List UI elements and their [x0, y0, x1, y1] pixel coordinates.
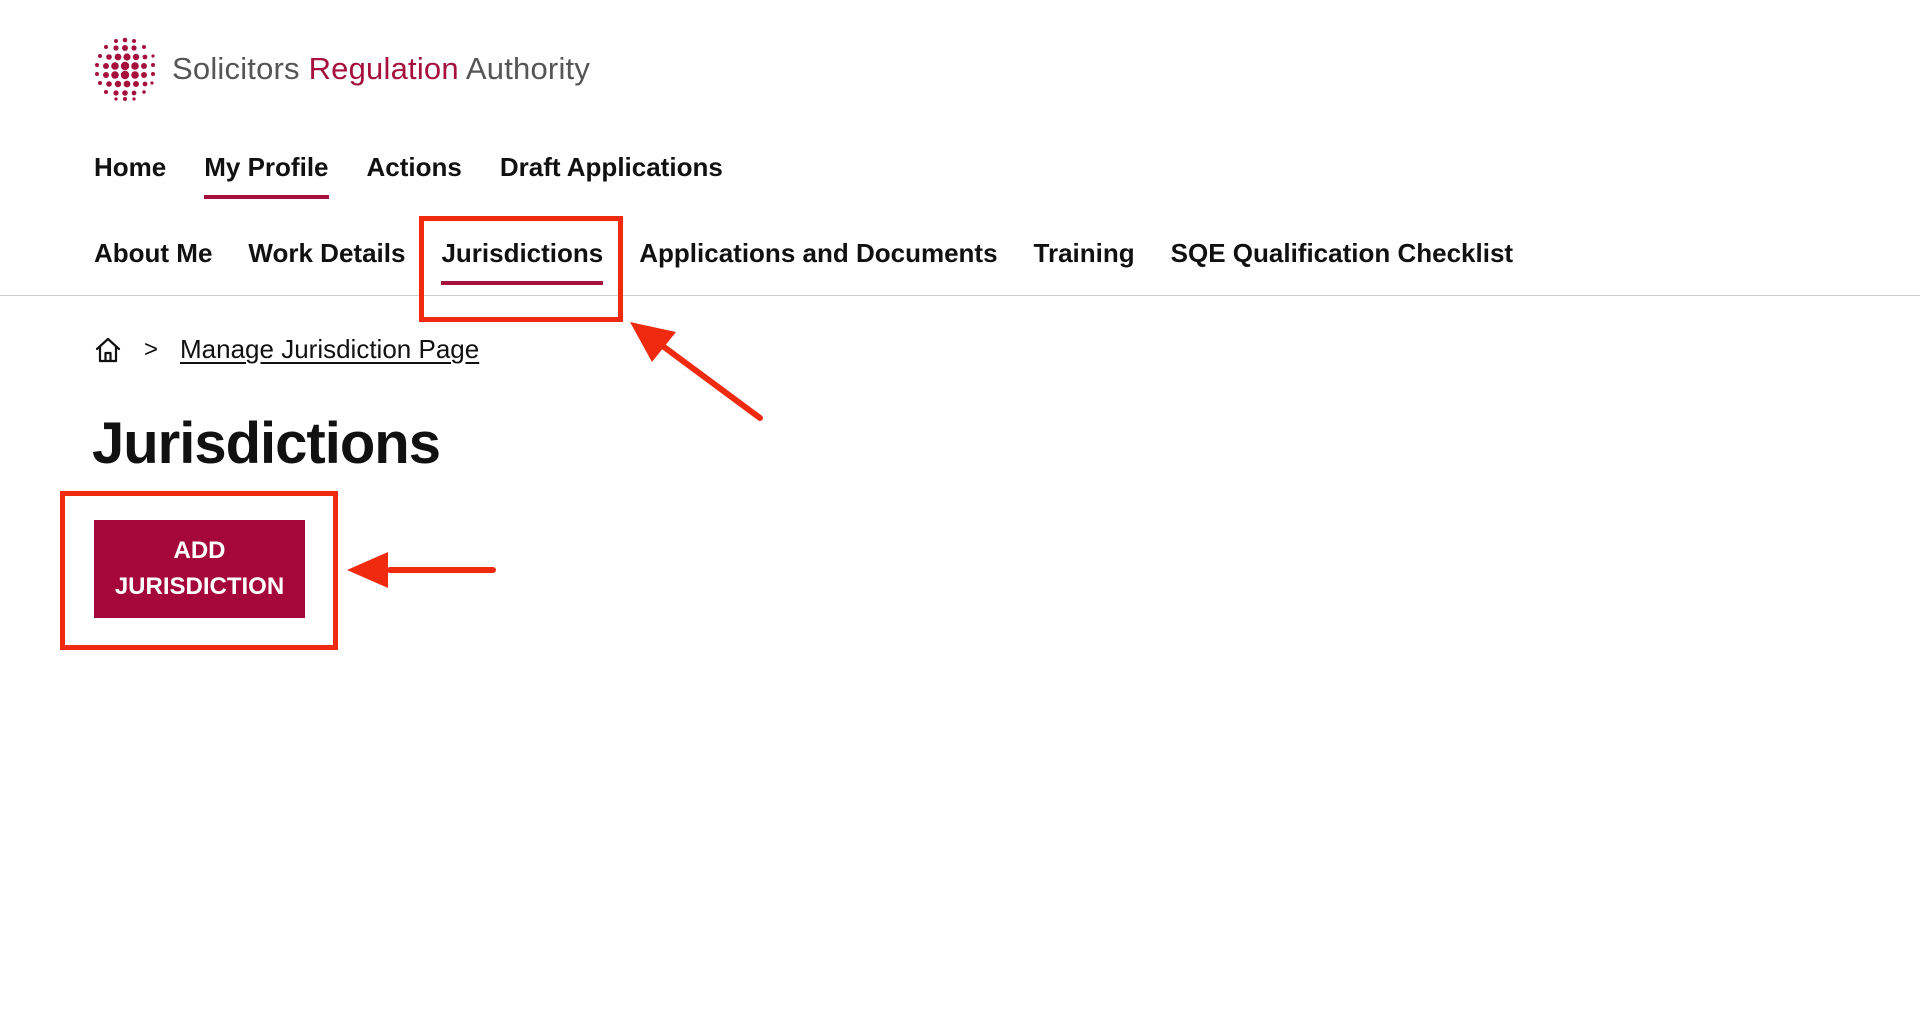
page-title: Jurisdictions — [92, 411, 441, 476]
annotation-highlight-add-button — [60, 491, 338, 650]
sra-logo[interactable]: Solicitors Regulation Authority — [92, 36, 590, 102]
breadcrumb-separator: > — [144, 335, 159, 363]
primary-nav: Home My Profile Actions Draft Applicatio… — [94, 152, 723, 199]
brand-name-part3: Authority — [465, 51, 591, 86]
home-icon[interactable] — [94, 336, 122, 364]
breadcrumb-current-link[interactable]: Manage Jurisdiction Page — [180, 334, 479, 365]
nav-item-my-profile[interactable]: My Profile — [204, 152, 329, 199]
brand-name-part1: Solicitors — [172, 51, 300, 86]
nav-item-home[interactable]: Home — [94, 152, 166, 199]
sra-wordmark: Solicitors Regulation Authority — [172, 51, 590, 87]
nav-item-draft-applications[interactable]: Draft Applications — [500, 152, 723, 199]
tab-sqe-qualification-checklist[interactable]: SQE Qualification Checklist — [1171, 238, 1513, 285]
nav-divider — [0, 295, 1920, 296]
annotation-highlight-jurisdictions-tab — [419, 216, 623, 322]
tab-work-details[interactable]: Work Details — [248, 238, 405, 285]
annotation-arrow-to-button — [347, 552, 496, 588]
tab-training[interactable]: Training — [1034, 238, 1135, 285]
breadcrumb: > Manage Jurisdiction Page — [94, 334, 479, 365]
page: Solicitors Regulation Authority Home My … — [0, 0, 1920, 1034]
nav-item-actions[interactable]: Actions — [367, 152, 462, 199]
dotted-sphere-icon — [95, 37, 155, 101]
tab-about-me[interactable]: About Me — [94, 238, 212, 285]
annotation-arrow-to-tab — [630, 322, 763, 421]
brand-name-part2: Regulation — [308, 51, 459, 86]
profile-subnav: About Me Work Details Jurisdictions Appl… — [94, 238, 1513, 285]
tab-applications-and-documents[interactable]: Applications and Documents — [639, 238, 997, 285]
